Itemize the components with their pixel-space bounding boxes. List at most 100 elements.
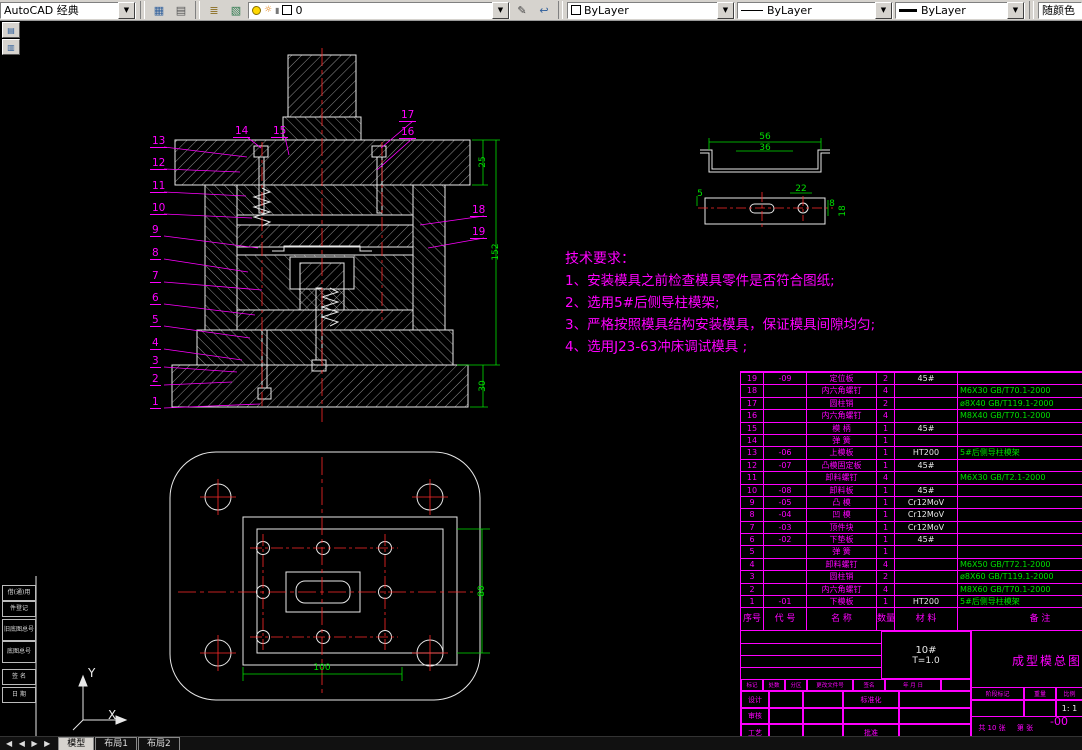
- tab-layout2[interactable]: 布局2: [138, 737, 180, 750]
- parts-table-cell: Cr12MoV: [895, 495, 958, 509]
- parts-table-cell: M6X30 GB/T70.1-2000: [958, 384, 1082, 396]
- parts-table-cell: [895, 433, 958, 447]
- dimension-label: 80: [477, 585, 487, 597]
- parts-table-cell: [958, 433, 1082, 446]
- parts-table-cell: 1: [877, 595, 895, 608]
- part-balloon: 8: [150, 247, 161, 260]
- layer-combo[interactable]: ☼ ▮ 0 ▼: [248, 1, 510, 19]
- parts-table-cell: 1: [877, 520, 895, 534]
- parts-table-cell: 卸料板: [807, 483, 877, 496]
- parts-table-cell: -09: [764, 372, 807, 385]
- parts-table-cell: 4: [877, 384, 895, 397]
- part-balloon: 14: [233, 125, 251, 138]
- weight-header: 重量: [1024, 687, 1056, 700]
- dimension-label: 18: [838, 205, 848, 217]
- parts-table-cell: -08: [764, 483, 807, 496]
- chevron-down-icon[interactable]: ▼: [492, 1, 509, 19]
- parts-table-cell: [895, 582, 958, 596]
- rev-label: 标记: [741, 679, 763, 691]
- parts-table-cell: 1: [877, 458, 895, 472]
- parts-table-cell: 45#: [895, 533, 958, 546]
- chevron-down-icon[interactable]: ▼: [1007, 1, 1024, 19]
- color-value: ByLayer: [584, 3, 629, 17]
- left-frame-cells: 借(通)用 件登记 旧底图总号 底图总号签 名日 期: [0, 20, 38, 750]
- parts-table-header-cell: 序号: [741, 607, 764, 631]
- parts-table-cell: 下模板: [807, 595, 877, 608]
- parts-table-cell: 凸 模: [807, 495, 877, 509]
- parts-table-cell: [895, 396, 958, 410]
- parts-table-cell: 1: [877, 421, 895, 434]
- dimension-label: 25: [478, 156, 488, 168]
- part-material: 10#: [915, 644, 937, 656]
- layer-properties-icon[interactable]: ≣: [204, 1, 224, 19]
- markup-set-icon[interactable]: ▤: [171, 1, 191, 19]
- tab-model[interactable]: 模型: [58, 737, 95, 750]
- part-balloon: 1: [150, 396, 161, 409]
- toolbar-separator: [195, 1, 200, 19]
- plotstyle-combo[interactable]: 随颜色: [1038, 1, 1082, 19]
- lineweight-combo[interactable]: ByLayer ▼: [895, 1, 1025, 19]
- parts-table-cell: 内六角螺钉: [807, 582, 877, 596]
- plotstyle-value: 随颜色: [1042, 4, 1075, 17]
- parts-table-cell: [958, 545, 1082, 557]
- parts-table-cell: [895, 471, 958, 484]
- stage-header: 阶段标记: [971, 687, 1024, 700]
- parts-table-cell: 2: [877, 396, 895, 410]
- parts-table-cell: 45#: [895, 372, 958, 385]
- part-balloon: 18: [470, 204, 488, 217]
- scale-header: 比例: [1056, 687, 1082, 700]
- tab-layout1[interactable]: 布局1: [95, 737, 137, 750]
- parts-table-header-cell: 材 料: [895, 607, 958, 631]
- lock-icon: ▮: [275, 5, 280, 15]
- chevron-down-icon[interactable]: ▼: [118, 1, 135, 19]
- make-object-layer-current-icon[interactable]: ✎: [512, 1, 532, 19]
- material-cell: 10# T=1.0: [881, 631, 971, 679]
- tech-requirement-line: 4、选用J23-63冲床调试模具 ;: [565, 339, 748, 355]
- frame-cell: 签 名: [2, 669, 36, 685]
- sheet-count: 共 10 张: [978, 723, 1006, 732]
- frame-cell: 日 期: [2, 687, 36, 703]
- parts-table-cell: 下垫板: [807, 533, 877, 546]
- parts-table-cell: M8X40 GB/T70.1-2000: [958, 409, 1082, 421]
- parts-table-header-cell: 备 注: [958, 607, 1082, 630]
- parts-table-cell: [958, 421, 1082, 434]
- parts-table-cell: 模 柄: [807, 421, 877, 434]
- parts-table-cell: 1: [877, 508, 895, 521]
- parts-table-cell: 1: [877, 533, 895, 546]
- part-balloon: 10: [150, 202, 168, 215]
- parts-table-cell: -05: [764, 495, 807, 509]
- part-balloon: 4: [150, 337, 161, 350]
- sign-label: 设计: [741, 691, 769, 708]
- chevron-down-icon[interactable]: ▼: [717, 1, 734, 19]
- parts-table-cell: [764, 545, 807, 558]
- parts-table-header-cell: 代 号: [764, 607, 807, 631]
- top-toolbar: AutoCAD 经典 ▼ ▦ ▤ ≣ ▧ ☼ ▮ 0 ▼ ✎ ↩ ByLayer…: [0, 0, 1082, 21]
- parts-table-cell: [764, 557, 807, 571]
- parts-table-cell: -04: [764, 508, 807, 521]
- parts-table-cell: -06: [764, 446, 807, 459]
- color-combo[interactable]: ByLayer ▼: [567, 1, 735, 19]
- sheet-set-manager-icon[interactable]: ▦: [149, 1, 169, 19]
- parts-table-cell: 1: [877, 495, 895, 509]
- parts-table-cell: HT200: [895, 595, 958, 608]
- parts-table-cell: 1: [877, 483, 895, 496]
- parts-table-cell: Cr12MoV: [895, 520, 958, 534]
- linetype-combo[interactable]: ByLayer ▼: [737, 1, 893, 19]
- title-block: 成型模总图 阶段标记 重量 比例 1: 1 共 10 张 第 张 -00 10#…: [740, 630, 1082, 741]
- drawing-canvas[interactable]: ▤ ▥ 技术要求： 1、安装模具之前检查模具零件是否符合图纸; 2、选用5#后侧导…: [0, 20, 1082, 750]
- parts-table-cell: 14: [741, 433, 764, 447]
- layer-tools-icon[interactable]: ▧: [226, 1, 246, 19]
- dimension-label: 100: [313, 663, 331, 673]
- parts-table-cell: [958, 372, 1082, 384]
- chevron-down-icon[interactable]: ▼: [875, 1, 892, 19]
- parts-table-cell: [895, 570, 958, 583]
- parts-table-cell: 17: [741, 396, 764, 410]
- layer-previous-icon[interactable]: ↩: [534, 1, 554, 19]
- linetype-value: ByLayer: [767, 3, 812, 17]
- parts-table-cell: 5: [741, 545, 764, 558]
- workspace-combo[interactable]: AutoCAD 经典 ▼: [0, 1, 136, 19]
- frame-cell: 借(通)用: [2, 585, 36, 601]
- parts-table-cell: 15: [741, 421, 764, 434]
- color-swatch-icon: [571, 5, 581, 15]
- tab-nav-arrows-icon[interactable]: ◀ ◀ ▶ ▶: [0, 738, 58, 750]
